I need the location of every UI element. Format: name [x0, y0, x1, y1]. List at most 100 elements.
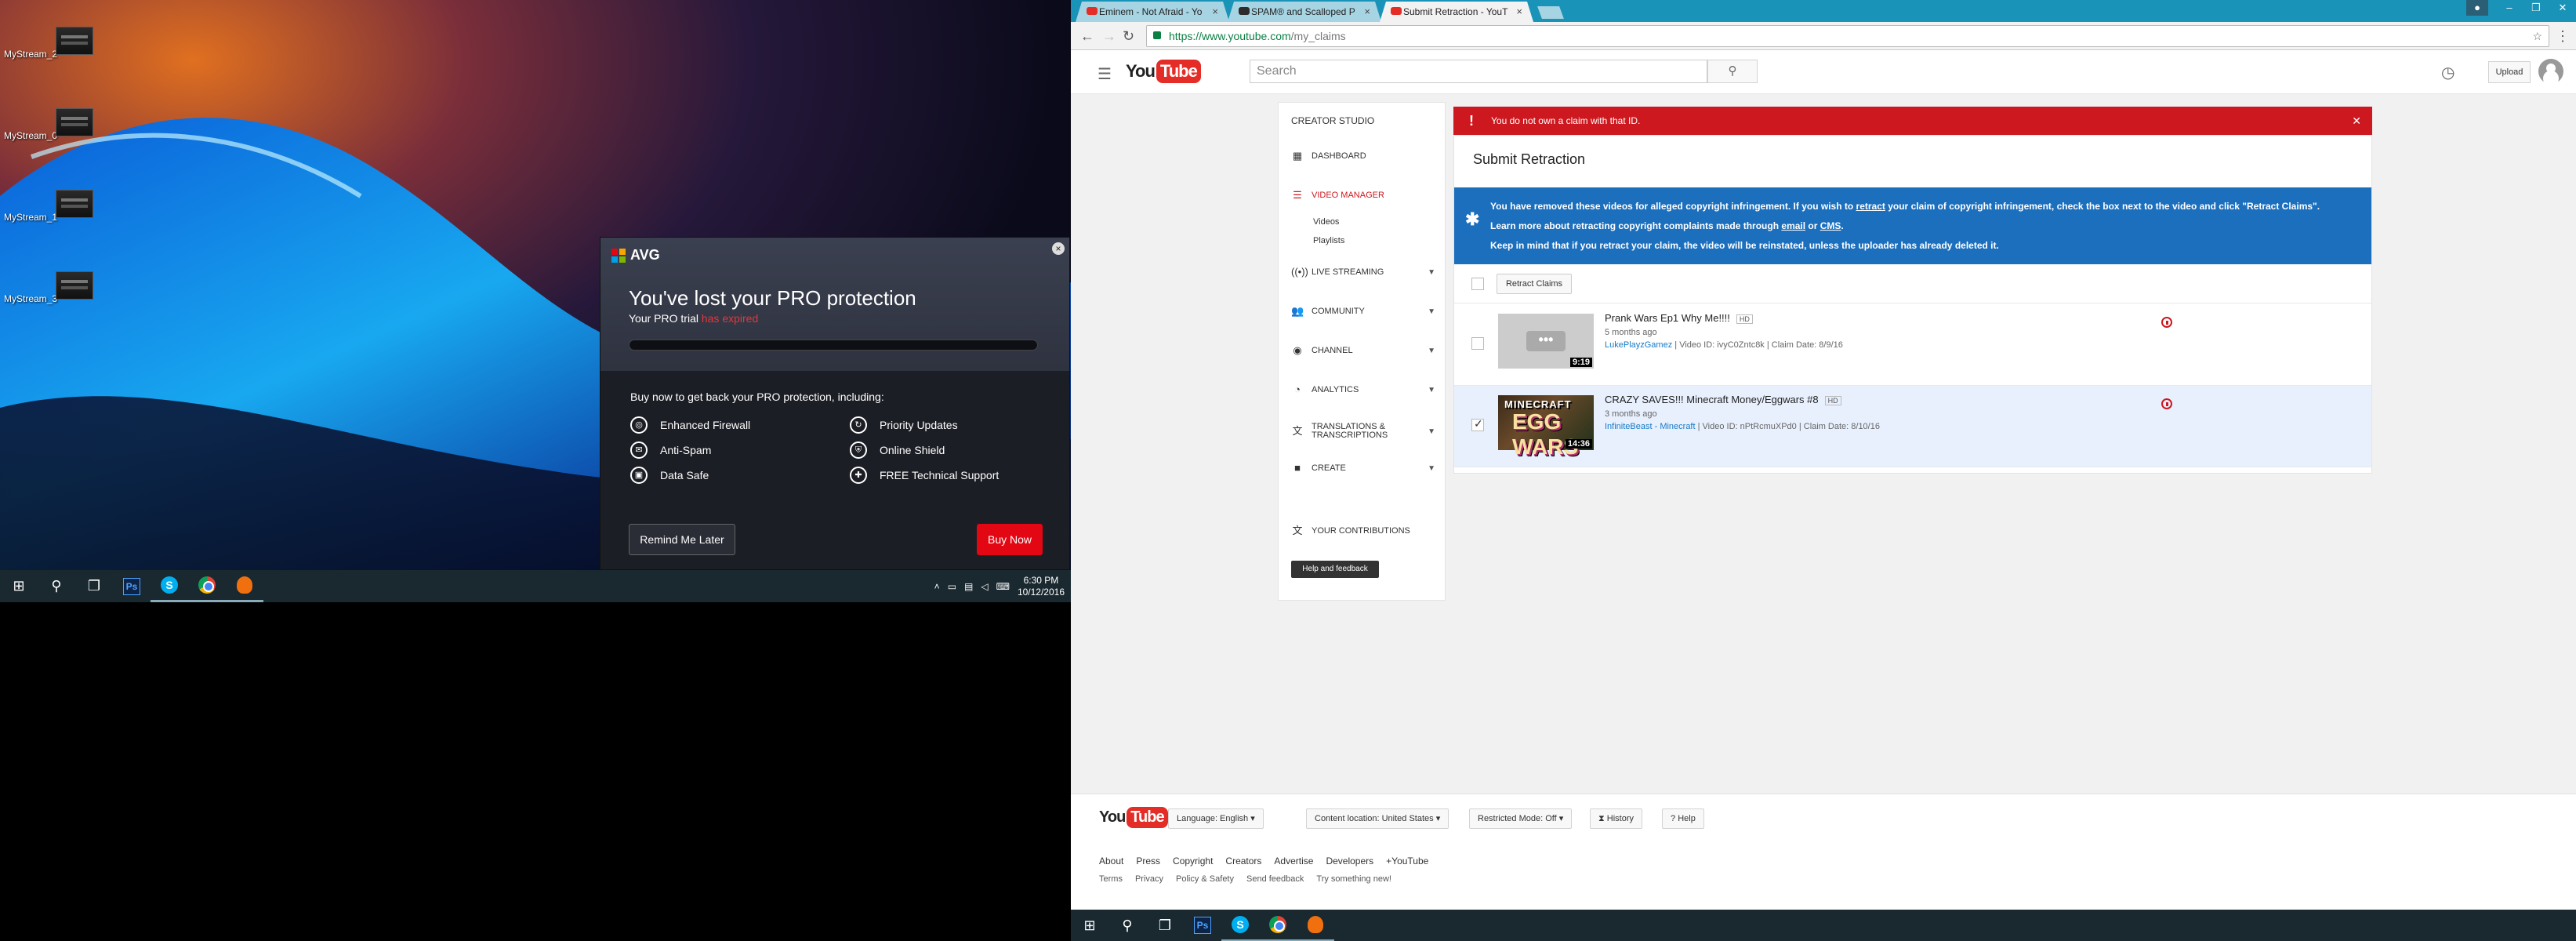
chrome-taskbar-button[interactable]: [188, 570, 226, 602]
desktop-icon-mystream-2[interactable]: MyStream_2: [0, 17, 93, 60]
restricted-mode-button[interactable]: Restricted Mode: Off ▾: [1469, 808, 1573, 829]
search-button[interactable]: ⚲: [1707, 60, 1758, 83]
email-link[interactable]: email: [1781, 220, 1805, 231]
footer-link-copyright[interactable]: Copyright: [1173, 856, 1213, 867]
sidebar-sub-playlists[interactable]: Playlists: [1313, 236, 1344, 245]
footer-link-send-feedback[interactable]: Send feedback: [1246, 874, 1304, 884]
footer-youtube-logo[interactable]: You Tube: [1099, 807, 1168, 828]
sidebar-item-community[interactable]: 👥 COMMUNITY ▼: [1291, 302, 1437, 321]
sidebar-item-translations[interactable]: 文 TRANSLATIONS & TRANSCRIPTIONS ▼: [1291, 420, 1437, 443]
tab-submit-retraction[interactable]: Submit Retraction - YouT ×: [1380, 2, 1533, 22]
sidebar-item-live-streaming[interactable]: ((•)) LIVE STREAMING ▼: [1291, 263, 1437, 282]
search-taskbar-button[interactable]: ⚲: [38, 570, 75, 602]
tab-spam[interactable]: SPAM® and Scalloped P ×: [1228, 2, 1381, 22]
video-title[interactable]: CRAZY SAVES!!! Minecraft Money/Eggwars #…: [1605, 394, 1841, 405]
photoshop-taskbar-button[interactable]: Ps: [113, 570, 151, 602]
address-bar[interactable]: https://www.youtube.com/my_claims ☆: [1146, 25, 2549, 47]
start-button[interactable]: ⊞: [1071, 910, 1108, 941]
sidebar-title[interactable]: CREATOR STUDIO: [1291, 115, 1374, 126]
copyright-status-icon[interactable]: [2161, 317, 2172, 328]
sidebar-item-channel[interactable]: ◉ CHANNEL ▼: [1291, 341, 1437, 360]
close-tab-icon[interactable]: ×: [1212, 5, 1218, 17]
profile-icon[interactable]: ●: [2466, 0, 2488, 16]
new-tab-button[interactable]: [1537, 6, 1564, 19]
chrome-menu-icon[interactable]: ⋮: [2556, 28, 2570, 45]
footer-link-privacy[interactable]: Privacy: [1135, 874, 1163, 884]
hamburger-menu-icon[interactable]: ☰: [1098, 64, 1112, 84]
chevron-up-icon[interactable]: ˄: [934, 581, 940, 592]
app-taskbar-button[interactable]: [1297, 910, 1334, 941]
history-button[interactable]: ⧗ History: [1590, 808, 1643, 829]
video-checkbox[interactable]: [1471, 337, 1484, 350]
clock[interactable]: 6:30 PM 10/12/2016: [1018, 575, 1065, 598]
video-meta: LukePlayzGamez | Video ID: ivyC0Zntc8k |…: [1605, 340, 1843, 350]
footer-link-terms[interactable]: Terms: [1099, 874, 1123, 884]
content-location-button[interactable]: Content location: United States ▾: [1306, 808, 1449, 829]
skype-taskbar-button[interactable]: S: [1221, 910, 1259, 941]
channel-link[interactable]: InfiniteBeast - Minecraft: [1605, 422, 1696, 431]
back-arrow-icon[interactable]: ←: [1080, 28, 1094, 45]
desktop-icon-mystream-3[interactable]: MyStream_3: [0, 262, 93, 304]
search-taskbar-button[interactable]: ⚲: [1108, 910, 1146, 941]
language-button[interactable]: Language: English ▾: [1168, 808, 1264, 829]
sidebar-item-create[interactable]: ■ CREATE ▼: [1291, 459, 1437, 478]
info-text: your claim of copyright infringement, ch…: [1885, 201, 2320, 212]
sidebar-item-analytics[interactable]: ◔ ANALYTICS ▼: [1291, 380, 1437, 399]
history-icon[interactable]: ◷: [2441, 63, 2454, 82]
minimize-icon[interactable]: –: [2496, 0, 2523, 16]
sidebar-item-your-contributions[interactable]: 文 YOUR CONTRIBUTIONS: [1291, 521, 1437, 540]
cms-link[interactable]: CMS: [1820, 220, 1841, 231]
retract-claims-button[interactable]: Retract Claims: [1497, 274, 1572, 294]
desktop-icon-mystream-0[interactable]: MyStream_0: [0, 99, 93, 141]
footer-link-creators[interactable]: Creators: [1225, 856, 1261, 867]
youtube-logo[interactable]: You Tube: [1126, 60, 1201, 83]
close-window-icon[interactable]: ✕: [2549, 0, 2576, 16]
footer-link-plus-youtube[interactable]: +YouTube: [1386, 856, 1428, 867]
upload-button[interactable]: Upload: [2488, 61, 2531, 83]
task-view-button[interactable]: ❐: [75, 570, 113, 602]
photoshop-taskbar-button[interactable]: Ps: [1184, 910, 1221, 941]
footer-link-press[interactable]: Press: [1136, 856, 1160, 867]
skype-taskbar-button[interactable]: S: [151, 570, 188, 602]
video-thumbnail[interactable]: ••• 9:19: [1498, 314, 1594, 369]
footer-link-about[interactable]: About: [1099, 856, 1123, 867]
close-tab-icon[interactable]: ×: [1364, 5, 1370, 17]
remind-me-later-button[interactable]: Remind Me Later: [629, 524, 735, 555]
retract-link[interactable]: retract: [1856, 201, 1885, 212]
reload-icon[interactable]: ↻: [1123, 28, 1134, 45]
channel-link[interactable]: LukePlayzGamez: [1605, 340, 1672, 350]
help-button[interactable]: ? Help: [1662, 808, 1704, 829]
select-all-checkbox[interactable]: [1471, 278, 1484, 290]
close-icon[interactable]: ×: [1052, 242, 1065, 255]
sidebar-item-video-manager[interactable]: ☰ VIDEO MANAGER: [1291, 186, 1437, 205]
close-icon[interactable]: ✕: [2352, 107, 2361, 135]
video-checkbox[interactable]: [1471, 417, 1484, 431]
app-taskbar-button[interactable]: [226, 570, 263, 602]
footer-link-policy-safety[interactable]: Policy & Safety: [1176, 874, 1234, 884]
avatar[interactable]: [2538, 59, 2563, 84]
footer-link-advertise[interactable]: Advertise: [1274, 856, 1313, 867]
maximize-icon[interactable]: ❐: [2523, 0, 2549, 16]
task-view-button[interactable]: ❐: [1146, 910, 1184, 941]
start-button[interactable]: ⊞: [0, 570, 38, 602]
search-input[interactable]: Search: [1250, 60, 1707, 83]
footer-link-developers[interactable]: Developers: [1326, 856, 1373, 867]
close-tab-icon[interactable]: ×: [1516, 5, 1522, 17]
keyboard-icon[interactable]: ⌨: [996, 581, 1010, 592]
help-and-feedback-button[interactable]: Help and feedback: [1291, 561, 1379, 578]
message-icon[interactable]: ▤: [964, 581, 973, 592]
sidebar-sub-videos[interactable]: Videos: [1313, 217, 1339, 227]
network-icon[interactable]: ▭: [948, 581, 956, 592]
forward-arrow-icon[interactable]: →: [1102, 28, 1116, 45]
copyright-status-icon[interactable]: [2161, 398, 2172, 409]
footer-link-try-new[interactable]: Try something new!: [1316, 874, 1391, 884]
volume-icon[interactable]: ◁: [981, 581, 988, 592]
desktop-icon-mystream-1[interactable]: MyStream_1: [0, 180, 93, 223]
buy-now-button[interactable]: Buy Now: [977, 524, 1043, 555]
chrome-taskbar-button[interactable]: [1259, 910, 1297, 941]
bookmark-star-icon[interactable]: ☆: [2532, 26, 2542, 46]
video-title[interactable]: Prank Wars Ep1 Why Me!!!! HD: [1605, 312, 1753, 324]
video-thumbnail[interactable]: MINECRAFT EGG WARS 14:36: [1498, 395, 1594, 459]
tab-eminem[interactable]: Eminem - Not Afraid - Yo ×: [1076, 2, 1229, 22]
sidebar-item-dashboard[interactable]: ▦ DASHBOARD: [1291, 147, 1437, 165]
